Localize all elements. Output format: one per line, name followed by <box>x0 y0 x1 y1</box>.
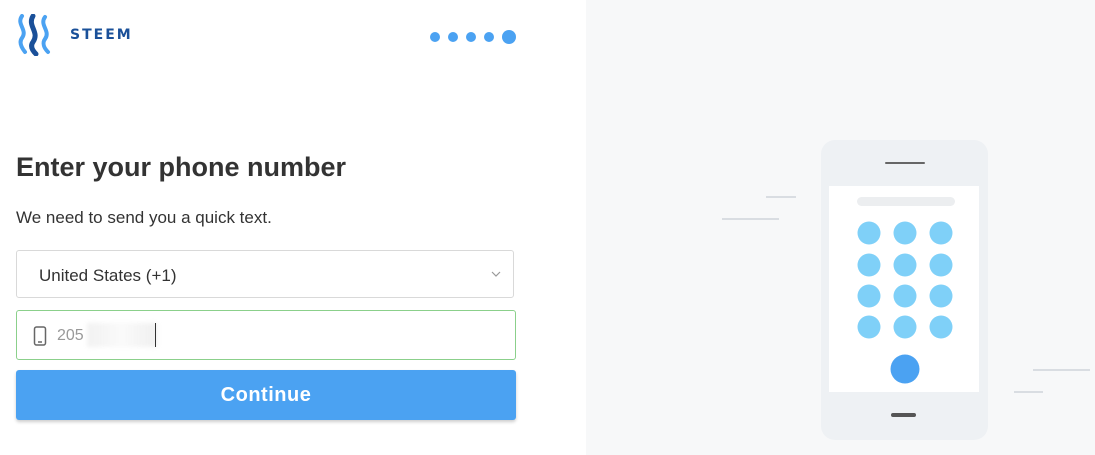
step-dot <box>466 32 476 42</box>
keypad-key <box>929 315 953 339</box>
text-caret <box>155 323 156 347</box>
keypad-key <box>857 284 881 308</box>
keypad-key <box>893 315 917 339</box>
country-select[interactable]: United States (+1) <box>16 250 514 298</box>
redacted-digits <box>87 323 157 347</box>
step-dot <box>484 32 494 42</box>
country-select-value: United States (+1) <box>39 266 177 285</box>
steem-logo-icon <box>18 14 50 56</box>
keypad-key <box>857 253 881 277</box>
keypad-key <box>857 221 881 245</box>
keypad-key <box>857 315 881 339</box>
mobile-phone-icon <box>33 326 47 346</box>
phone-number-field[interactable]: 205 <box>16 310 516 360</box>
continue-button[interactable]: Continue <box>16 370 516 420</box>
keypad-key <box>893 221 917 245</box>
keypad-key <box>893 253 917 277</box>
keypad-key <box>893 284 917 308</box>
step-indicator <box>430 30 516 44</box>
step-dot <box>430 32 440 42</box>
step-dot-current <box>502 30 516 44</box>
signup-panel: STEEM Enter your phone number We need to… <box>0 0 586 455</box>
screen-display-bar <box>857 197 955 206</box>
keypad-key <box>929 253 953 277</box>
keypad-key <box>929 284 953 308</box>
step-dot <box>448 32 458 42</box>
logo[interactable]: STEEM <box>16 14 133 56</box>
chevron-down-icon <box>491 271 501 277</box>
illustration-panel <box>586 0 1095 455</box>
brand-name: STEEM <box>70 27 133 43</box>
page-title: Enter your phone number <box>16 152 347 182</box>
page-subtitle: We need to send you a quick text. <box>16 208 272 227</box>
phone-number-value: 205 <box>57 327 84 344</box>
keypad-key <box>929 221 953 245</box>
phone-keypad-illustration <box>722 140 1090 440</box>
call-key <box>890 354 920 384</box>
